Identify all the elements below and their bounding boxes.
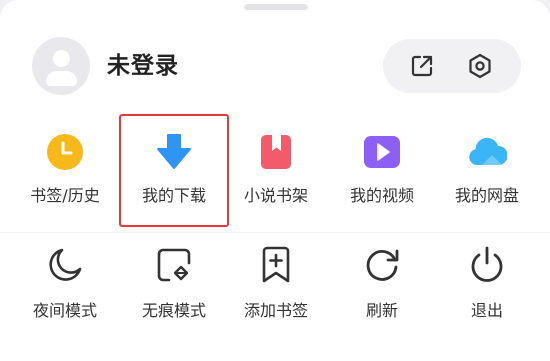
avatar[interactable] (32, 37, 90, 95)
add-bookmark-icon (256, 245, 296, 285)
add-bookmark-label: 添加书签 (243, 301, 308, 320)
exit-button[interactable]: 退出 (432, 245, 542, 327)
selection-highlight (119, 114, 229, 227)
avatar-shoulders (46, 71, 77, 86)
avatar-head (53, 50, 70, 67)
exit-label: 退出 (470, 301, 503, 320)
bookmarks-history-label: 书签/历史 (30, 186, 100, 205)
refresh-label: 刷新 (365, 301, 398, 320)
moon-icon (45, 245, 85, 285)
bookmark-book-icon (256, 132, 296, 172)
add-bookmark-button[interactable]: 添加书签 (221, 245, 331, 327)
incognito-mode-button[interactable]: 无痕模式 (119, 245, 229, 327)
my-cloud-drive-button[interactable]: 我的网盘 (432, 132, 542, 214)
refresh-button[interactable]: 刷新 (327, 245, 437, 327)
novel-shelf-button[interactable]: 小说书架 (221, 132, 331, 214)
menu-sheet: 未登录 书签/历史 我的下载 小说书架 我的视频 我的网盘 夜间模式 无痕模式 … (0, 0, 550, 361)
account-actions (383, 39, 521, 93)
my-videos-button[interactable]: 我的视频 (327, 132, 437, 214)
my-cloud-drive-label: 我的网盘 (454, 186, 519, 205)
cloud-icon (467, 132, 508, 172)
video-play-icon (362, 132, 402, 172)
power-icon (467, 245, 507, 285)
section-divider (0, 232, 550, 233)
settings-icon (469, 53, 491, 79)
my-videos-label: 我的视频 (349, 186, 414, 205)
incognito-icon (154, 245, 194, 285)
clock-icon (45, 132, 85, 172)
username-label[interactable]: 未登录 (107, 50, 179, 82)
novel-shelf-label: 小说书架 (243, 186, 308, 205)
incognito-mode-label: 无痕模式 (141, 301, 206, 320)
settings-button[interactable] (465, 51, 495, 81)
share-out-icon (411, 55, 433, 77)
share-button[interactable] (407, 51, 437, 81)
bookmarks-history-button[interactable]: 书签/历史 (10, 132, 120, 214)
refresh-icon (362, 245, 402, 285)
drag-handle[interactable] (244, 4, 308, 10)
night-mode-button[interactable]: 夜间模式 (10, 245, 120, 327)
night-mode-label: 夜间模式 (32, 301, 97, 320)
